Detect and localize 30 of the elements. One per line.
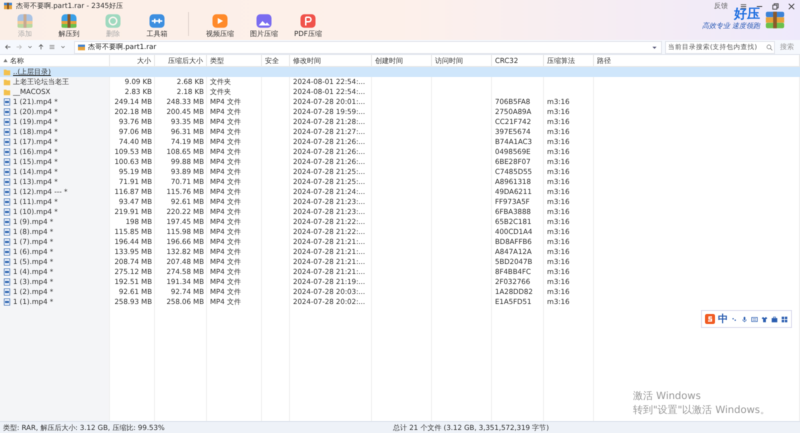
search-icon[interactable] — [766, 44, 773, 50]
back-icon[interactable] — [4, 43, 12, 51]
app-icon — [4, 2, 12, 10]
toolbox-icon[interactable] — [771, 316, 778, 322]
toolbox-icon — [148, 12, 166, 30]
sort-ascending-icon[interactable] — [3, 58, 8, 63]
ime-logo-icon — [705, 314, 715, 324]
archive-add-icon — [16, 12, 34, 30]
video-icon — [211, 12, 229, 30]
archive-icon — [78, 44, 85, 50]
shirt-icon[interactable] — [761, 316, 768, 322]
activation-hint: 转到"设置"以激活 Windows。 — [632, 404, 770, 417]
view-icon[interactable] — [48, 43, 56, 51]
keyboard-icon[interactable] — [751, 316, 758, 322]
close-icon[interactable] — [787, 2, 796, 10]
chevron-down-icon[interactable] — [26, 43, 34, 51]
brand-name: 好压 — [734, 8, 760, 22]
recycle-bin-icon — [104, 12, 122, 30]
activation-title: 激活 Windows — [632, 390, 702, 403]
ime-toolbar[interactable]: 中 — [701, 310, 792, 328]
archive-icon — [60, 12, 78, 30]
image-icon — [255, 12, 273, 30]
chevron-down-icon[interactable] — [59, 43, 67, 51]
input-mode[interactable]: 中 — [718, 312, 728, 326]
up-arrow-icon[interactable] — [37, 43, 45, 51]
microphone-icon[interactable] — [741, 316, 748, 322]
grid-icon[interactable] — [781, 316, 788, 322]
punctuation-icon[interactable] — [731, 316, 738, 322]
restore-icon[interactable] — [771, 2, 780, 10]
pdf-icon — [299, 12, 317, 30]
